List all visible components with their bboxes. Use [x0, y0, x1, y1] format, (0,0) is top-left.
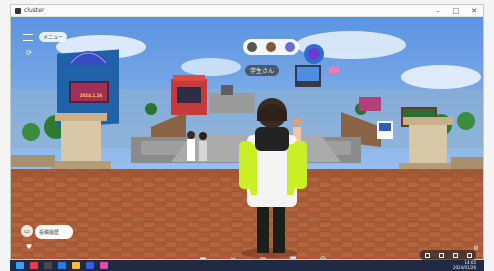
- menu-hamburger-button[interactable]: [21, 31, 35, 43]
- billboard-date: 2024.1.26: [79, 92, 103, 98]
- mic-status-icon: [284, 42, 295, 52]
- chat-history-label: 投稿履歴: [39, 229, 60, 236]
- app-logo-icon: [15, 7, 21, 14]
- system-tray-overlay: [420, 250, 476, 260]
- player-nametag: 学生さん: [245, 65, 280, 76]
- clock[interactable]: 14:05 2024/01/26: [452, 260, 476, 270]
- virtual-world-view[interactable]: メニュー ⟳ 2024.1.26 学生さん ▭ 投稿履歴 ♥ ■ ✕ ▣ ◙ ☺…: [11, 17, 483, 259]
- task-view-icon[interactable]: [44, 262, 52, 269]
- avatar-face-icon: [265, 42, 276, 52]
- browser-icon[interactable]: [58, 262, 66, 269]
- menu-pill-label: メニュー: [42, 34, 63, 41]
- clock-date: 2024/01/26: [452, 264, 476, 270]
- refresh-icon: ⟳: [26, 49, 32, 57]
- chat-bubble-button[interactable]: ▭: [21, 225, 33, 237]
- tray-icon-4[interactable]: [466, 252, 472, 258]
- emote-icon: [247, 42, 258, 52]
- tray-icon-2[interactable]: [438, 252, 444, 258]
- app-window: cluster – □ ✕ メニュー ⟳ 2024.1.26 学生さん ▭ 投稿…: [10, 4, 484, 260]
- reaction-icon: ♥: [25, 243, 33, 251]
- app-title: cluster: [24, 7, 45, 14]
- action-bar: ■ ✕ ▣ ◙ ☺: [197, 253, 329, 259]
- folder-icon[interactable]: [72, 262, 80, 269]
- start-icon[interactable]: [16, 262, 24, 269]
- refresh-button[interactable]: ⟳: [23, 47, 35, 59]
- reaction-button[interactable]: ♥: [23, 241, 35, 253]
- cluster-app-icon[interactable]: [100, 262, 108, 269]
- desktop: cluster – □ ✕ メニュー ⟳ 2024.1.26 学生さん ▭ 投稿…: [0, 0, 494, 271]
- close-button[interactable]: ✕: [465, 5, 483, 17]
- tray-icon-3[interactable]: [452, 252, 458, 258]
- hamburger-icon: [23, 33, 33, 41]
- title-bar: cluster – □ ✕: [11, 5, 483, 17]
- windows-taskbar: 14:05 2024/01/26: [10, 260, 484, 271]
- emote-bubble[interactable]: [243, 39, 299, 55]
- search-icon[interactable]: [30, 262, 38, 269]
- tray-icon-1[interactable]: [424, 252, 430, 258]
- billboard: 2024.1.26: [73, 89, 109, 101]
- mail-icon[interactable]: [86, 262, 94, 269]
- chat-icon: ▭: [24, 227, 30, 235]
- menu-pill[interactable]: メニュー: [39, 32, 67, 42]
- minimize-button[interactable]: –: [429, 5, 447, 17]
- chat-history-pill[interactable]: 投稿履歴: [35, 225, 73, 239]
- maximize-button[interactable]: □: [447, 5, 465, 17]
